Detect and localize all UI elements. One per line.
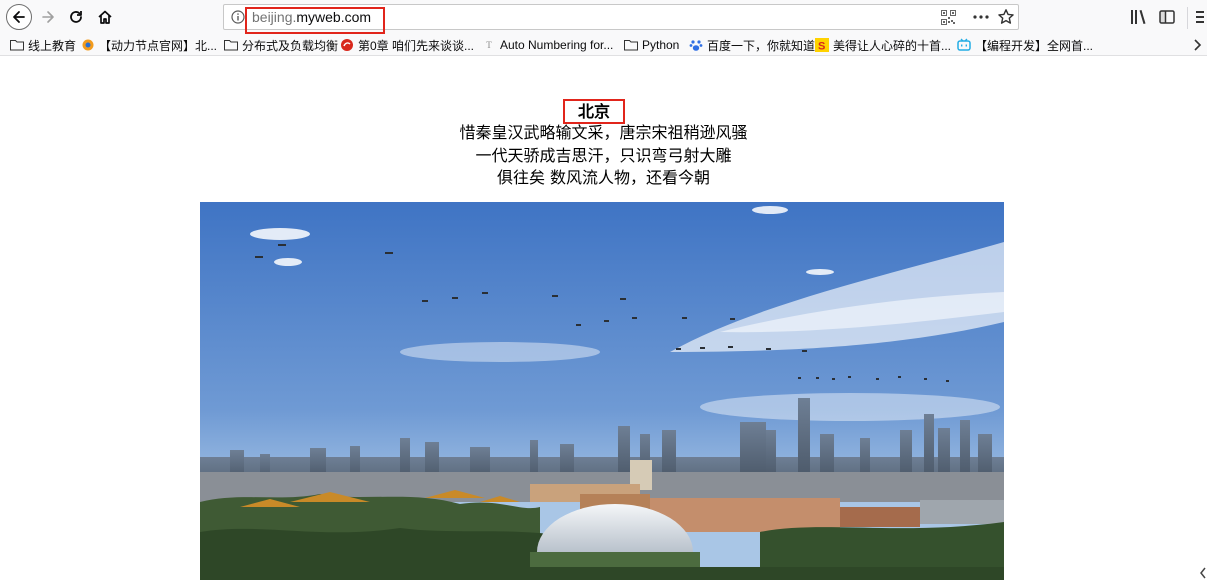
qr-code-icon[interactable] — [941, 10, 956, 25]
bookmark-item[interactable]: 分布式及负载均衡 — [224, 35, 338, 55]
bookmark-item[interactable]: 百度一下，你就知道 — [689, 35, 815, 55]
poem-line: 惜秦皇汉武略输文采，唐宗宋祖稍逊风骚 — [459, 123, 748, 142]
home-icon — [98, 10, 112, 24]
bookmark-label: Python — [642, 38, 680, 52]
back-button[interactable] — [6, 4, 32, 30]
info-icon[interactable] — [231, 10, 245, 24]
bookmark-label: 【编程开发】全网首... — [975, 38, 1094, 53]
page-title: 北京 — [563, 99, 625, 124]
bookmark-label: 美得让人心碎的十首... — [833, 38, 952, 53]
bookmark-item[interactable]: 【动力节点官网】北... — [81, 35, 217, 55]
sohu-icon: S — [815, 38, 829, 52]
bilibili-tv-icon — [957, 38, 971, 52]
red-site-icon — [340, 38, 354, 52]
url-text[interactable]: beijing.myweb.com — [252, 9, 371, 25]
bookmark-label: Auto Numbering for... — [500, 38, 614, 52]
library-icon[interactable] — [1130, 9, 1148, 25]
reload-button[interactable] — [64, 5, 88, 29]
poem-line: 一代天骄成吉思汗，只识弯弓射大雕 — [475, 146, 732, 165]
page-content: 北京 惜秦皇汉武略输文采，唐宗宋祖稍逊风骚 一代天骄成吉思汗，只识弯弓射大雕 俱… — [0, 56, 1207, 580]
text-site-icon: T — [486, 40, 492, 50]
forward-button[interactable] — [36, 5, 60, 29]
folder-icon — [10, 38, 24, 52]
arrow-left-icon — [13, 11, 25, 23]
page-actions-icon[interactable] — [970, 8, 992, 26]
bookmark-label: 线上教育 — [28, 38, 77, 53]
chevron-right-icon[interactable] — [1192, 37, 1204, 53]
baidu-paw-icon — [689, 38, 703, 52]
beijing-skyline-photo — [200, 202, 1004, 580]
bookmark-label: 分布式及负载均衡 — [242, 38, 339, 53]
sidebar-icon[interactable] — [1159, 9, 1175, 25]
bookmark-label: 【动力节点官网】北... — [99, 38, 218, 53]
toolbar-separator — [1187, 7, 1188, 29]
bookmark-item[interactable]: 第0章 咱们先来谈谈... — [340, 35, 474, 55]
bookmark-label: 第0章 咱们先来谈谈... — [358, 38, 475, 53]
bookmark-item[interactable]: T Auto Numbering for... — [482, 35, 613, 55]
url-bar[interactable]: beijing.myweb.com — [223, 4, 1019, 30]
bookmark-item[interactable]: Python — [624, 35, 679, 55]
home-button[interactable] — [93, 5, 117, 29]
chevron-left-icon[interactable] — [1199, 566, 1207, 580]
bookmark-item[interactable]: 【编程开发】全网首... — [957, 35, 1093, 55]
folder-icon — [624, 38, 638, 52]
folder-icon — [224, 38, 238, 52]
bookmark-label: 百度一下，你就知道 — [707, 38, 816, 53]
url-subdomain: beijing. — [252, 9, 297, 25]
reload-icon — [70, 11, 82, 23]
poem-line: 俱往矣 数风流人物，还看今朝 — [496, 168, 711, 187]
menu-icon[interactable] — [1194, 9, 1204, 25]
url-domain: myweb.com — [296, 9, 372, 25]
bookmarks-toolbar: 线上教育 【动力节点官网】北... 分布式及负载均衡 第0章 咱们先来谈谈...… — [0, 34, 1207, 56]
bookmark-star-icon[interactable] — [997, 8, 1015, 26]
bookmark-item[interactable]: 线上教育 — [10, 35, 76, 55]
site-logo-icon — [81, 38, 95, 52]
browser-toolbar: beijing.myweb.com — [0, 0, 1207, 34]
arrow-right-icon — [42, 11, 54, 23]
svg-text:S: S — [818, 41, 825, 53]
bookmark-item[interactable]: S 美得让人心碎的十首... — [815, 35, 951, 55]
